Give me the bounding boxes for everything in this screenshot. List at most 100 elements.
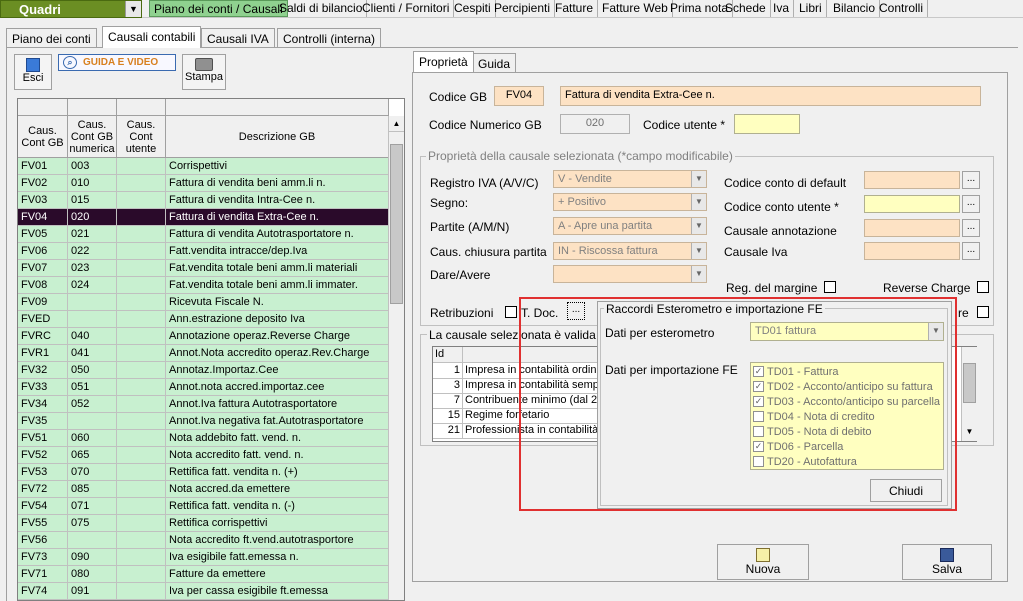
scroll-up-icon[interactable]: ▲ bbox=[389, 116, 404, 132]
fe-item[interactable]: ✓ TD01 - Fattura bbox=[753, 364, 839, 379]
grid-header[interactable]: Descrizione GB bbox=[166, 116, 389, 158]
fe-item-checkbox[interactable]: ✓ bbox=[753, 381, 764, 392]
validity-row[interactable]: 21 Professionista in contabilità o bbox=[433, 423, 623, 439]
table-row[interactable]: FVR1 041 Annot.Nota accredito operaz.Rev.C… bbox=[18, 345, 389, 362]
registro-select[interactable]: V - Vendite ▼ bbox=[553, 170, 707, 188]
causali-grid[interactable]: Caus. Cont GB Caus. Cont GB numerica Cau… bbox=[17, 98, 405, 601]
extra-checkbox[interactable] bbox=[977, 306, 989, 318]
table-row[interactable]: FVED Ann.estrazione deposito Iva bbox=[18, 311, 389, 328]
table-row[interactable]: FV06 022 Fatt.vendita intracce/dep.Iva bbox=[18, 243, 389, 260]
table-row[interactable]: FV05 021 Fattura di vendita Autotrasportat… bbox=[18, 226, 389, 243]
tab-causali-iva[interactable]: Causali IVA bbox=[201, 28, 275, 48]
table-row[interactable]: FV33 051 Annot.nota accred.importaz.cee bbox=[18, 379, 389, 396]
retribuzioni-checkbox[interactable] bbox=[505, 306, 517, 318]
quadri-dropdown[interactable]: Quadri ▼ bbox=[0, 0, 142, 18]
fe-item-checkbox[interactable]: ✓ bbox=[753, 441, 764, 452]
fe-item-checkbox[interactable]: ✓ bbox=[753, 366, 764, 377]
guida-video-button[interactable]: ⌕ GUIDA E VIDEO bbox=[58, 54, 176, 71]
conto-utente-field[interactable] bbox=[864, 195, 960, 213]
grid-filter-cell[interactable] bbox=[68, 99, 117, 116]
table-row[interactable]: FV02 010 Fattura di vendita beni amm.li n. bbox=[18, 175, 389, 192]
conto-utente-lookup-button[interactable]: ... bbox=[962, 195, 980, 213]
menu-item[interactable]: Fatture Web bbox=[598, 0, 673, 17]
menu-item[interactable]: Bilancio bbox=[829, 0, 881, 17]
validity-row[interactable]: 7 Contribuente minimo (dal 201 bbox=[433, 393, 623, 409]
fe-item[interactable]: TD20 - Autofattura bbox=[753, 454, 857, 469]
table-row[interactable]: FV53 070 Rettifica fatt. vendita n. (+) bbox=[18, 464, 389, 481]
table-row[interactable]: FV73 090 Iva esigibile fatt.emessa n. bbox=[18, 549, 389, 566]
table-row[interactable]: FV01 003 Corrispettivi bbox=[18, 158, 389, 175]
table-row[interactable]: FV04 020 Fattura di vendita Extra-Cee n. bbox=[18, 209, 389, 226]
table-row[interactable]: FV72 085 Nota accred.da emettere bbox=[18, 481, 389, 498]
fe-item-checkbox[interactable] bbox=[753, 456, 764, 467]
tab-proprieta[interactable]: Proprietà bbox=[413, 51, 474, 72]
chevron-down-icon[interactable]: ▼ bbox=[691, 194, 706, 210]
salva-button[interactable]: Salva bbox=[902, 544, 992, 580]
fe-item[interactable]: ✓ TD02 - Acconto/anticipo su fattura bbox=[753, 379, 933, 394]
chevron-down-icon[interactable]: ▼ bbox=[691, 266, 706, 282]
grid-filter-cell[interactable] bbox=[166, 99, 389, 116]
table-row[interactable]: FV35 Annot.Iva negativa fat.Autotrasporta… bbox=[18, 413, 389, 430]
fe-item[interactable]: TD04 - Nota di credito bbox=[753, 409, 875, 424]
fe-item[interactable]: TD05 - Nota di debito bbox=[753, 424, 872, 439]
validity-scrollbar[interactable]: ▼ bbox=[961, 347, 977, 441]
table-row[interactable]: FV08 024 Fat.vendita totale beni amm.li im… bbox=[18, 277, 389, 294]
chevron-down-icon[interactable]: ▼ bbox=[691, 243, 706, 259]
menu-item[interactable]: Percipienti bbox=[490, 0, 556, 17]
fe-item-checkbox[interactable]: ✓ bbox=[753, 396, 764, 407]
causale-iva-lookup-button[interactable]: ... bbox=[962, 242, 980, 260]
validity-row[interactable]: 1 Impresa in contabilità ordina bbox=[433, 363, 623, 379]
tab-guida[interactable]: Guida bbox=[472, 53, 517, 73]
conto-default-lookup-button[interactable]: ... bbox=[962, 171, 980, 189]
tab-causali-contabili[interactable]: Causali contabili bbox=[102, 26, 202, 48]
menu-item[interactable]: Schede bbox=[721, 0, 771, 17]
fe-item[interactable]: ✓ TD03 - Acconto/anticipo su parcella bbox=[753, 394, 940, 409]
table-row[interactable]: FVRC 040 Annotazione operaz.Reverse Charge bbox=[18, 328, 389, 345]
validity-row[interactable]: 3 Impresa in contabilità sempl bbox=[433, 378, 623, 394]
dare-select[interactable]: ▼ bbox=[553, 265, 707, 283]
stampa-button[interactable]: Stampa bbox=[182, 54, 226, 90]
grid-header[interactable]: Caus. Cont GB bbox=[18, 116, 68, 158]
table-row[interactable]: FV51 060 Nota addebito fatt. vend. n. bbox=[18, 430, 389, 447]
causale-annotazione-lookup-button[interactable]: ... bbox=[962, 219, 980, 237]
menu-item[interactable]: Iva bbox=[769, 0, 795, 17]
chevron-down-icon[interactable]: ▼ bbox=[125, 1, 141, 17]
fe-item-checkbox[interactable] bbox=[753, 426, 764, 437]
scroll-thumb[interactable] bbox=[390, 144, 403, 304]
table-row[interactable]: FV52 065 Nota accredito fatt. vend. n. bbox=[18, 447, 389, 464]
chiusura-select[interactable]: IN - Riscossa fattura ▼ bbox=[553, 242, 707, 260]
tab-controlli-interna[interactable]: Controlli (interna) bbox=[277, 28, 382, 48]
grid-header[interactable]: Caus. Cont utente bbox=[117, 116, 166, 158]
table-row[interactable]: FV32 050 Annotaz.Importaz.Cee bbox=[18, 362, 389, 379]
tab-piano-dei-conti[interactable]: Piano dei conti bbox=[6, 28, 97, 48]
segno-select[interactable]: + Positivo ▼ bbox=[553, 193, 707, 211]
margine-checkbox[interactable] bbox=[824, 281, 836, 293]
menu-item[interactable]: Controlli bbox=[875, 0, 929, 17]
menu-item[interactable]: Libri bbox=[795, 0, 827, 17]
scroll-down-icon[interactable]: ▼ bbox=[962, 427, 977, 441]
chevron-down-icon[interactable]: ▼ bbox=[691, 218, 706, 234]
fe-checklist[interactable]: ✓ TD01 - Fattura ✓ TD02 - Acconto/anticipo … bbox=[750, 362, 944, 470]
validity-row[interactable]: 15 Regime forfetario bbox=[433, 408, 623, 424]
nuova-button[interactable]: Nuova bbox=[717, 544, 809, 580]
esterometro-select[interactable]: TD01 fattura ▼ bbox=[750, 322, 944, 341]
menu-item[interactable]: Clienti / Fornitori bbox=[358, 0, 455, 17]
menu-item[interactable]: Cespiti bbox=[450, 0, 496, 17]
chevron-down-icon[interactable]: ▼ bbox=[928, 323, 943, 340]
menu-item[interactable]: Fatture bbox=[551, 0, 599, 17]
codice-utente-field[interactable] bbox=[734, 114, 800, 134]
tdoc-lookup-button[interactable]: ... bbox=[567, 302, 585, 320]
table-row[interactable]: FV09 Ricevuta Fiscale N. bbox=[18, 294, 389, 311]
table-row[interactable]: FV07 023 Fat.vendita totale beni amm.li ma… bbox=[18, 260, 389, 277]
grid-header[interactable]: Caus. Cont GB numerica bbox=[68, 116, 117, 158]
table-row[interactable]: FV55 075 Rettifica corrispettivi bbox=[18, 515, 389, 532]
table-row[interactable]: FV34 052 Annot.Iva fattura Autotrasportato… bbox=[18, 396, 389, 413]
table-row[interactable]: FV03 015 Fattura di vendita Intra-Cee n. bbox=[18, 192, 389, 209]
menu-item[interactable]: Piano dei conti / Causali bbox=[149, 0, 288, 17]
grid-filter-cell[interactable] bbox=[18, 99, 68, 116]
table-row[interactable]: FV56 Nota accredito ft.vend.autotrasporto… bbox=[18, 532, 389, 549]
fe-item[interactable]: ✓ TD06 - Parcella bbox=[753, 439, 843, 454]
partite-select[interactable]: A - Apre una partita ▼ bbox=[553, 217, 707, 235]
grid-filter-cell[interactable] bbox=[117, 99, 166, 116]
fe-item-checkbox[interactable] bbox=[753, 411, 764, 422]
